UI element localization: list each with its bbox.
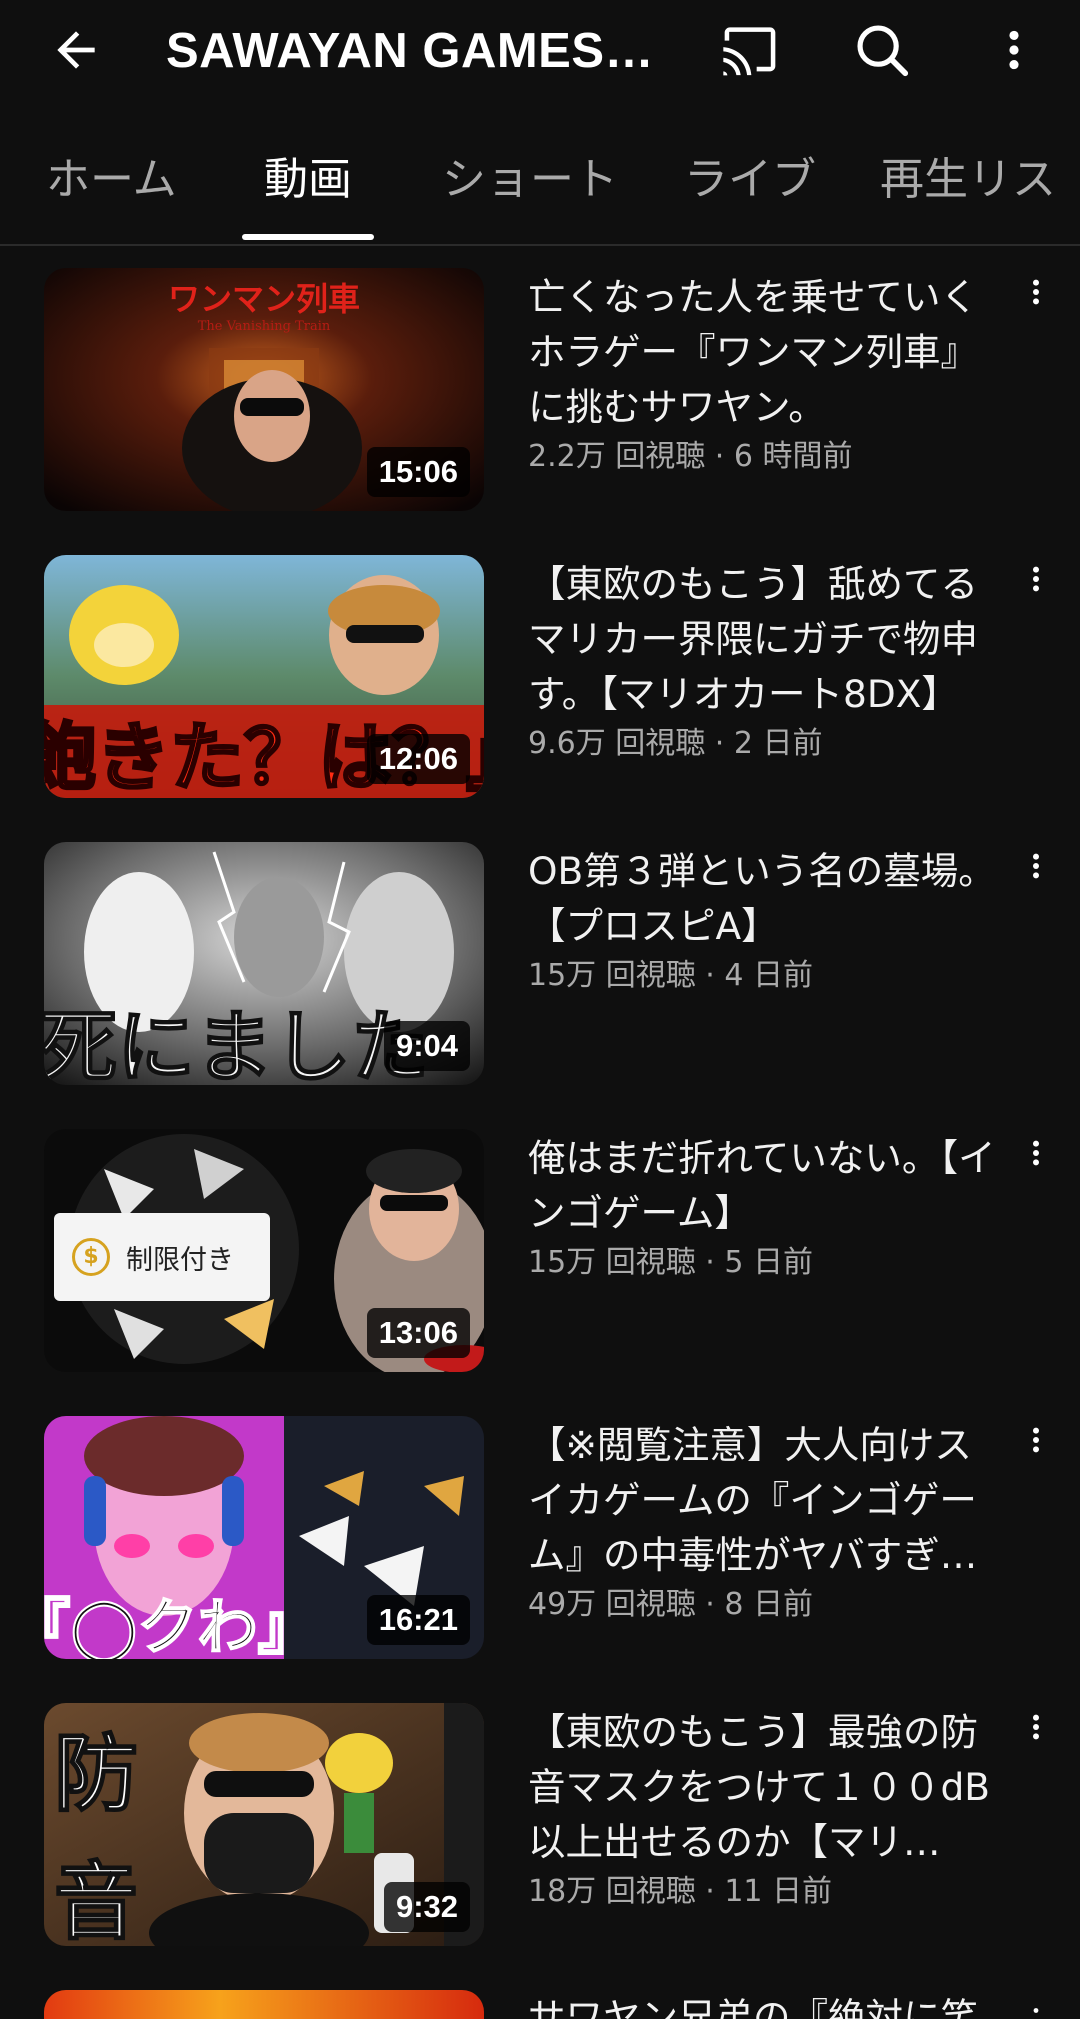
video-more-button[interactable]	[1010, 1131, 1062, 1191]
video-title[interactable]: OB第３弾という名の墓場。【プロスピA】	[528, 844, 998, 954]
video-item[interactable]: 死にました 9:04 OB第３弾という名の墓場。【プロスピA】 15万 回視聴 …	[0, 820, 1080, 1107]
search-button[interactable]	[832, 0, 932, 100]
coin-icon: $	[72, 1238, 110, 1276]
more-vert-icon	[1033, 853, 1039, 879]
cast-icon	[723, 27, 776, 76]
thumbnail-subtitle-text: The Vanishing Train	[198, 319, 331, 334]
thumbnail-title-text: 死にました	[44, 1002, 429, 1085]
more-vert-icon	[1033, 1140, 1039, 1166]
tab-home[interactable]: ホーム	[46, 134, 177, 244]
video-thumbnail[interactable]: 『◯クわ』 16:21	[44, 1416, 484, 1659]
video-more-button[interactable]	[1010, 1418, 1062, 1478]
video-meta: 2.2万 回視聴 · 6 時間前	[528, 439, 853, 474]
video-item[interactable]: 『◯クわ』 16:21 【※閲覧注意】大人向けスイカゲームの『インゴゲーム』の中…	[0, 1394, 1080, 1681]
search-icon	[857, 25, 909, 77]
more-vert-icon	[1033, 2008, 1039, 2013]
channel-tabs: ホーム 動画 ショート ライブ 再生リス	[0, 134, 1080, 246]
active-tab-indicator	[242, 234, 374, 240]
video-more-button[interactable]	[1010, 557, 1062, 617]
video-more-button[interactable]	[1010, 270, 1062, 330]
video-meta: 15万 回視聴 · 4 日前	[528, 958, 813, 993]
video-duration: 13:06	[366, 1308, 470, 1358]
video-meta: 15万 回視聴 · 5 日前	[528, 1245, 813, 1280]
video-thumbnail[interactable]: 『飽きた？は？』 12:06	[44, 555, 484, 798]
video-thumbnail[interactable]: ワンマン列車 The Vanishing Train 15:06	[44, 268, 484, 511]
thumbnail-title-text-2: 音	[54, 1852, 138, 1946]
tab-playlists[interactable]: 再生リス	[880, 134, 1056, 244]
video-duration: 9:32	[383, 1882, 470, 1932]
more-vert-icon	[1033, 1714, 1039, 1740]
video-more-button[interactable]	[1010, 1705, 1062, 1765]
video-title[interactable]: 【東欧のもこう】舐めてるマリカー界隈にガチで物申す。【マリオカート8DX】	[528, 557, 998, 722]
video-item[interactable]: 『飽きた？は？』 12:06 【東欧のもこう】舐めてるマリカー界隈にガチで物申す…	[0, 533, 1080, 820]
video-thumbnail-partial[interactable]	[44, 1990, 484, 2019]
back-arrow-icon	[57, 31, 95, 69]
video-meta: 49万 回視聴 · 8 日前	[528, 1587, 813, 1622]
video-info: 【東欧のもこう】舐めてるマリカー界隈にガチで物申す。【マリオカート8DX】 9.…	[528, 557, 998, 764]
channel-title: SAWAYAN GAMES…	[166, 24, 655, 78]
video-more-button-partial[interactable]	[1024, 1996, 1048, 2019]
video-title[interactable]: 亡くなった人を乗せていくホラゲー『ワンマン列車』に挑むサワヤン。	[528, 270, 998, 435]
video-title[interactable]: 俺はまだ折れていない。【インゴゲーム】	[528, 1131, 998, 1241]
restricted-badge: $ 制限付き	[54, 1213, 270, 1301]
video-duration: 15:06	[366, 447, 470, 497]
video-duration: 16:21	[366, 1595, 470, 1645]
more-vert-icon	[1009, 30, 1019, 70]
tab-live[interactable]: ライブ	[684, 134, 816, 244]
more-vert-icon	[1033, 566, 1039, 592]
tab-shorts[interactable]: ショート	[442, 134, 618, 244]
video-info: 俺はまだ折れていない。【インゴゲーム】 15万 回視聴 · 5 日前	[528, 1131, 998, 1283]
top-app-bar: SAWAYAN GAMES…	[0, 0, 1080, 100]
video-title-partial[interactable]: サワヤン兄弟の『絶対に笑	[528, 1990, 998, 2019]
video-title[interactable]: 【※閲覧注意】大人向けスイカゲームの『インゴゲーム』の中毒性がヤバすぎ…	[528, 1418, 998, 1583]
restricted-label: 制限付き	[126, 1244, 234, 1276]
video-title[interactable]: 【東欧のもこう】最強の防音マスクをつけて１００dB以上出せるのか【マリ…	[528, 1705, 998, 1870]
channel-videos-screen: SAWAYAN GAMES… ホーム 動画 ショート ライブ 再生リス ワンマン…	[0, 0, 1080, 2019]
video-item[interactable]: 防 音 9:32 【東欧のもこう】最強の防音マスクをつけて１００dB以上出せるの…	[0, 1681, 1080, 1968]
video-thumbnail[interactable]: $ 制限付き 13:06	[44, 1129, 484, 1372]
video-info: 【東欧のもこう】最強の防音マスクをつけて１００dB以上出せるのか【マリ… 18万…	[528, 1705, 998, 1912]
video-item[interactable]: ワンマン列車 The Vanishing Train 15:06 亡くなった人を…	[0, 246, 1080, 533]
tab-videos[interactable]: 動画	[264, 134, 352, 244]
video-meta: 9.6万 回視聴 · 2 日前	[528, 726, 823, 761]
more-vert-icon	[1033, 279, 1039, 305]
thumbnail-title-text: 『◯クわ』	[44, 1593, 318, 1659]
video-info: OB第３弾という名の墓場。【プロスピA】 15万 回視聴 · 4 日前	[528, 844, 998, 996]
thumbnail-title-text-1: 防	[54, 1724, 138, 1823]
video-thumbnail[interactable]: 防 音 9:32	[44, 1703, 484, 1946]
video-item[interactable]: $ 制限付き 13:06 俺はまだ折れていない。【インゴゲーム】 15万 回視聴…	[0, 1107, 1080, 1394]
video-info: 【※閲覧注意】大人向けスイカゲームの『インゴゲーム』の中毒性がヤバすぎ… 49万…	[528, 1418, 998, 1625]
thumbnail-title-text: ワンマン列車	[168, 280, 360, 318]
more-vert-icon	[1033, 1427, 1039, 1453]
cast-button[interactable]	[700, 0, 800, 100]
back-button[interactable]	[26, 0, 126, 100]
video-meta: 18万 回視聴 · 11 日前	[528, 1874, 833, 1909]
video-duration: 9:04	[383, 1021, 470, 1071]
video-more-button[interactable]	[1010, 844, 1062, 904]
video-thumbnail[interactable]: 死にました 9:04	[44, 842, 484, 1085]
video-info: 亡くなった人を乗せていくホラゲー『ワンマン列車』に挑むサワヤン。 2.2万 回視…	[528, 270, 998, 477]
more-options-button[interactable]	[964, 0, 1064, 100]
video-duration: 12:06	[366, 734, 470, 784]
